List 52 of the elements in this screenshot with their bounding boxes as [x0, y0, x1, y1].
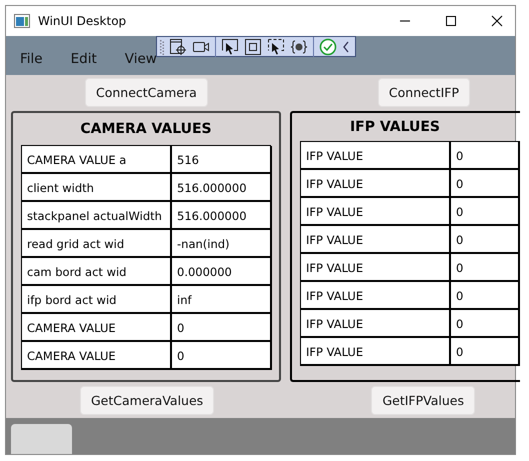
table-cell: 0: [451, 254, 520, 282]
table-cell: 0.000000: [172, 258, 272, 286]
table-cell: 0: [451, 170, 520, 198]
table-cell: 516.000000: [172, 202, 272, 230]
table-cell: IFP VALUE: [301, 254, 451, 282]
square-frame-icon[interactable]: [244, 38, 262, 56]
table-cell: CAMERA VALUE a: [22, 146, 172, 174]
table-cell: read grid act wid: [22, 230, 172, 258]
app-window-icon: [14, 14, 30, 28]
window-title: WinUI Desktop: [38, 14, 126, 28]
table-cell: CAMERA VALUE: [22, 314, 172, 342]
table-cell: 0: [451, 226, 520, 254]
maximize-icon[interactable]: [445, 15, 457, 27]
panel-title: CAMERA VALUES: [79, 120, 213, 139]
table-cell: 0: [451, 198, 520, 226]
table-cell: 0: [451, 142, 520, 170]
table-cell: IFP VALUE: [301, 310, 451, 338]
menu-item[interactable]: File: [20, 44, 43, 66]
collapse-chevron-icon[interactable]: [342, 40, 350, 52]
table-cell: IFP VALUE: [301, 226, 451, 254]
connect-button[interactable]: ConnectIFP: [378, 78, 470, 108]
table-cell: 0: [451, 282, 520, 310]
panel-title: IFP VALUES: [348, 118, 442, 137]
get-values-button[interactable]: GetCameraValues: [80, 386, 214, 415]
get-values-button[interactable]: GetIFPValues: [371, 386, 475, 415]
check-circle-icon[interactable]: [319, 38, 337, 56]
grip-icon[interactable]: [160, 38, 164, 54]
connect-button[interactable]: ConnectCamera: [85, 78, 208, 108]
close-icon[interactable]: [491, 15, 503, 27]
table-cell: inf: [172, 286, 272, 314]
table-cell: IFP VALUE: [301, 198, 451, 226]
table-cell: cam bord act wid: [22, 258, 172, 286]
table-cell: IFP VALUE: [301, 142, 451, 170]
menu-item[interactable]: Edit: [70, 44, 97, 66]
table-cell: IFP VALUE: [301, 282, 451, 310]
table-cell: 516: [172, 146, 272, 174]
pointer-select-icon[interactable]: [221, 38, 239, 56]
table-cell: 516.000000: [172, 174, 272, 202]
table-cell: 0: [451, 310, 520, 338]
table-cell: ifp bord act wid: [22, 286, 172, 314]
live-tree-icon[interactable]: [169, 38, 187, 56]
table-cell: stackpanel actualWidth: [22, 202, 172, 230]
table-cell: -nan(ind): [172, 230, 272, 258]
table-cell: IFP VALUE: [301, 170, 451, 198]
table-cell: IFP VALUE: [301, 338, 451, 366]
table-cell: 0: [172, 342, 272, 370]
table-cell: 0: [451, 338, 520, 366]
table-cell: CAMERA VALUE: [22, 342, 172, 370]
dashed-select-icon[interactable]: [267, 38, 285, 56]
table-cell: 0: [172, 314, 272, 342]
menu-item[interactable]: View: [124, 44, 157, 66]
table-cell: client width: [22, 174, 172, 202]
